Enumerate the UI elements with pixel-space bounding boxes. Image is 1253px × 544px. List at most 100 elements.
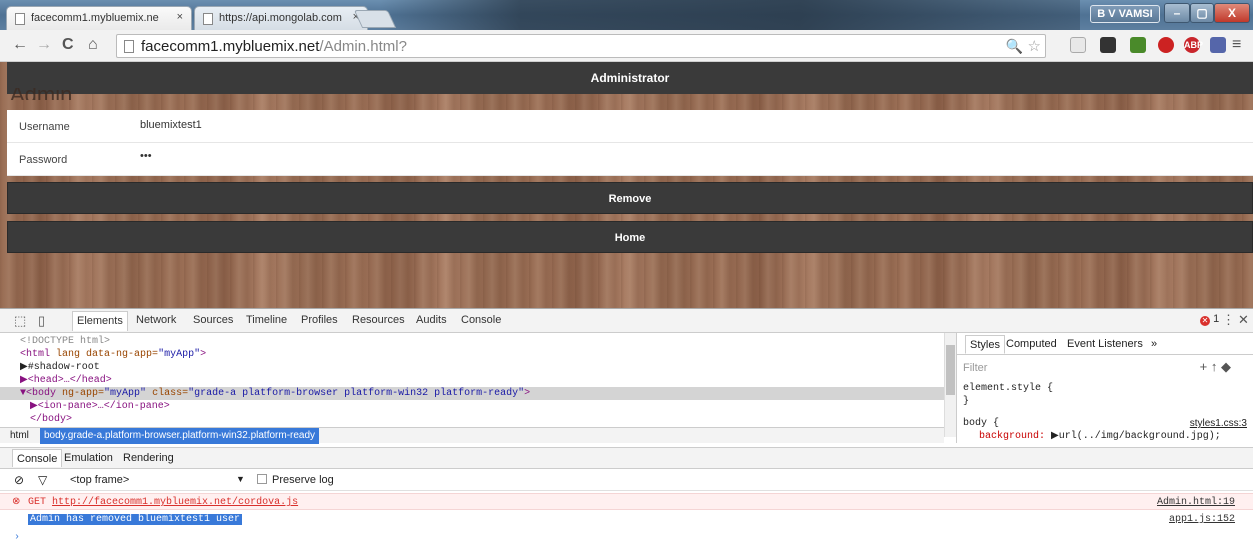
filter-icon[interactable]: ▽ bbox=[38, 473, 47, 487]
maximize-button[interactable]: ▢ bbox=[1190, 3, 1214, 23]
dom-node-head[interactable]: ▶<head>…</head> bbox=[20, 374, 112, 387]
tab-computed[interactable]: Computed bbox=[1006, 338, 1057, 350]
scroll-thumb[interactable] bbox=[946, 345, 955, 395]
username-label: Username bbox=[19, 121, 70, 133]
remove-button[interactable]: Remove bbox=[7, 182, 1253, 214]
console-error-row: ⊗ GET http://facecomm1.mybluemix.net/cor… bbox=[0, 493, 1253, 510]
close-devtools-icon[interactable]: ✕ bbox=[1238, 312, 1249, 328]
tab-resources[interactable]: Resources bbox=[352, 314, 405, 326]
chrome-menu-icon[interactable]: ≡ bbox=[1232, 36, 1241, 54]
close-tab-icon[interactable]: × bbox=[177, 11, 183, 23]
background-property: background: ▶url(../img/background.jpg); bbox=[979, 431, 1221, 442]
tab-styles[interactable]: Styles bbox=[965, 335, 1005, 354]
frame-selector[interactable]: <top frame> bbox=[70, 474, 129, 486]
drawer-tab-console[interactable]: Console bbox=[12, 449, 63, 467]
crumb-html[interactable]: html bbox=[6, 428, 33, 444]
dom-scrollbar[interactable] bbox=[944, 333, 956, 437]
dom-breadcrumb: html body.grade-a.platform-browser.platf… bbox=[0, 427, 944, 444]
title-bar-shade bbox=[380, 0, 1080, 30]
reload-icon[interactable]: C bbox=[62, 36, 74, 54]
minimize-button[interactable]: – bbox=[1164, 3, 1190, 23]
error-icon: ⊗ bbox=[12, 497, 21, 508]
page-icon bbox=[124, 40, 134, 53]
tab-title: facecomm1.mybluemix.ne bbox=[31, 12, 159, 24]
meet-icon[interactable] bbox=[1070, 37, 1086, 53]
bookmark-star-icon[interactable]: ☆ bbox=[1028, 37, 1041, 55]
body-rule: body { bbox=[963, 418, 1000, 429]
check-icon[interactable] bbox=[1130, 37, 1146, 53]
ghost-title: Admin bbox=[10, 88, 72, 100]
log-source-link[interactable]: app1.js:152 bbox=[1169, 511, 1235, 528]
error-message: GET http://facecomm1.mybluemix.net/cordo… bbox=[28, 497, 299, 508]
tab-facecomm[interactable]: facecomm1.mybluemix.ne × bbox=[6, 6, 192, 30]
tab-timeline[interactable]: Timeline bbox=[246, 314, 287, 326]
more-options-icon[interactable]: ⋮ bbox=[1222, 312, 1235, 328]
preserve-log-label: Preserve log bbox=[272, 474, 334, 486]
username-row: Username bbox=[7, 110, 1253, 143]
dom-node-body-end: </body> bbox=[30, 414, 73, 425]
preserve-log-checkbox[interactable] bbox=[257, 474, 267, 484]
tab-network[interactable]: Network bbox=[136, 314, 176, 326]
tab-mongolab[interactable]: https://api.mongolab.com × bbox=[194, 6, 368, 30]
url-text: facecomm1.mybluemix.net/Admin.html? bbox=[141, 38, 407, 55]
crumb-body[interactable]: body.grade-a.platform-browser.platform-w… bbox=[40, 428, 320, 444]
error-icon: ✕ bbox=[1200, 316, 1210, 326]
error-source-link[interactable]: Admin.html:19 bbox=[1157, 494, 1235, 511]
home-button[interactable]: Home bbox=[7, 221, 1253, 253]
page-icon bbox=[203, 13, 213, 25]
styles-tab-bar: Styles Computed Event Listeners » bbox=[957, 333, 1253, 355]
tab-console[interactable]: Console bbox=[461, 314, 501, 326]
dom-node-shadow-root[interactable]: ▶#shadow-root bbox=[20, 361, 100, 374]
log-message: Admin has removed bluemixtest1 user bbox=[28, 514, 243, 525]
clear-console-icon[interactable]: ⊘ bbox=[14, 473, 24, 487]
power-icon[interactable] bbox=[1158, 37, 1174, 53]
dom-node-html[interactable]: <html lang data-ng-app="myApp"> bbox=[20, 348, 206, 361]
page-background: Administrator Admin Username Password ••… bbox=[0, 62, 1253, 308]
back-icon[interactable]: ← bbox=[12, 36, 28, 54]
devtools-panel: ⬚ ▯ Elements Network Sources Timeline Pr… bbox=[0, 308, 1253, 544]
devtools-tab-bar: ⬚ ▯ Elements Network Sources Timeline Pr… bbox=[0, 309, 1253, 333]
dom-node-body[interactable]: ▼<body ng-app="myApp" class="grade-a pla… bbox=[0, 387, 944, 400]
styles-toolbar-icons[interactable]: + ↑ ◆ bbox=[1200, 359, 1231, 375]
forward-icon[interactable]: → bbox=[36, 36, 52, 54]
drawer-tab-bar: Console Emulation Rendering bbox=[0, 447, 1253, 469]
address-bar[interactable]: facecomm1.mybluemix.net/Admin.html? 🔍 ☆ bbox=[116, 34, 1046, 58]
username-input[interactable] bbox=[140, 119, 440, 131]
console-prompt[interactable]: › bbox=[0, 529, 1253, 544]
zoom-icon[interactable]: 🔍 bbox=[1006, 38, 1023, 55]
profile-badge[interactable]: B V VAMSI bbox=[1090, 5, 1160, 23]
tab-sources[interactable]: Sources bbox=[193, 314, 233, 326]
more-tabs-icon[interactable]: » bbox=[1151, 338, 1157, 350]
stylesheet-source-link[interactable]: styles1.css:3 bbox=[1190, 418, 1247, 429]
dom-node-ion-pane[interactable]: ▶<ion-pane>…</ion-pane> bbox=[30, 400, 170, 413]
abp-icon[interactable]: ABP bbox=[1184, 37, 1203, 53]
tab-audits[interactable]: Audits bbox=[416, 314, 447, 326]
rule-close-brace: } bbox=[963, 396, 970, 407]
dom-tree: <!DOCTYPE html> <html lang data-ng-app="… bbox=[0, 333, 944, 437]
console-log-row: Admin has removed bluemixtest1 user app1… bbox=[0, 511, 1253, 528]
password-label: Password bbox=[19, 154, 68, 166]
console-toolbar: ⊘ ▽ <top frame> ▼ Preserve log bbox=[0, 469, 1253, 491]
dom-node-doctype[interactable]: <!DOCTYPE html> bbox=[20, 335, 110, 348]
browser-toolbar: ← → C ⌂ facecomm1.mybluemix.net/Admin.ht… bbox=[0, 30, 1253, 62]
tab-profiles[interactable]: Profiles bbox=[301, 314, 338, 326]
inspect-element-icon[interactable]: ⬚ bbox=[14, 313, 26, 329]
page-header: Administrator bbox=[7, 62, 1253, 94]
page-icon bbox=[15, 13, 25, 25]
chevron-down-icon[interactable]: ▼ bbox=[236, 474, 245, 484]
error-count-badge[interactable]: ✕ 1 bbox=[1200, 313, 1219, 326]
styles-pane: Styles Computed Event Listeners » Filter… bbox=[956, 333, 1253, 443]
password-input[interactable]: ••• bbox=[140, 150, 440, 162]
extension-red-icon[interactable] bbox=[1100, 37, 1116, 53]
element-style-rule: element.style { bbox=[963, 383, 1054, 394]
tab-elements[interactable]: Elements bbox=[72, 311, 128, 331]
drawer-tab-rendering[interactable]: Rendering bbox=[123, 452, 174, 464]
device-mode-icon[interactable]: ▯ bbox=[38, 313, 45, 329]
styles-filter[interactable]: Filter bbox=[963, 362, 987, 374]
tab-event-listeners[interactable]: Event Listeners bbox=[1067, 338, 1143, 350]
close-window-button[interactable]: X bbox=[1214, 3, 1250, 23]
login-form: Username Password ••• bbox=[7, 110, 1253, 176]
flag-icon[interactable] bbox=[1210, 37, 1226, 53]
drawer-tab-emulation[interactable]: Emulation bbox=[64, 452, 113, 464]
home-icon[interactable]: ⌂ bbox=[88, 36, 98, 54]
